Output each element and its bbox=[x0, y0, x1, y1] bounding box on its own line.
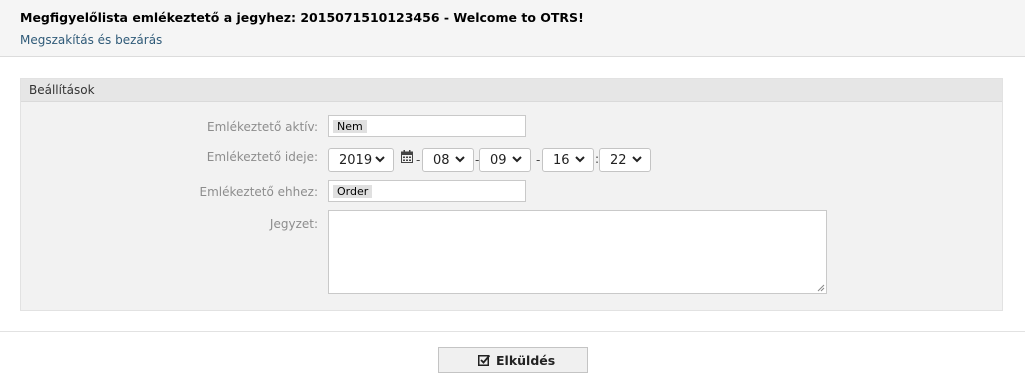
chevron-down-icon bbox=[512, 156, 522, 163]
reminder-time-label: Emlékeztető ideje: bbox=[206, 150, 318, 164]
reminder-day-select[interactable]: 09 bbox=[479, 148, 531, 172]
page-title: Megfigyelőlista emlékeztető a jegyhez: 2… bbox=[20, 10, 584, 25]
reminder-to-value: Order bbox=[333, 185, 373, 198]
settings-panel: Beállítások Emlékeztető aktív: Nem Emlék… bbox=[20, 78, 1003, 311]
reminder-month-select[interactable]: 08 bbox=[422, 148, 474, 172]
footer-divider bbox=[0, 331, 1025, 332]
reminder-to-field[interactable]: Order bbox=[328, 180, 526, 202]
cancel-close-link[interactable]: Megszakítás és bezárás bbox=[20, 33, 162, 47]
resize-grip-icon[interactable] bbox=[816, 283, 825, 292]
reminder-day-value: 09 bbox=[490, 153, 507, 168]
note-textarea[interactable] bbox=[328, 210, 827, 294]
submit-button[interactable]: Elküldés bbox=[438, 347, 588, 373]
reminder-minute-select[interactable]: 22 bbox=[599, 148, 651, 172]
settings-panel-header: Beállítások bbox=[21, 79, 1002, 102]
reminder-month-value: 08 bbox=[433, 153, 450, 168]
dialog-header: Megfigyelőlista emlékeztető a jegyhez: 2… bbox=[0, 0, 1025, 57]
submit-button-label: Elküldés bbox=[496, 353, 556, 368]
chevron-down-icon bbox=[455, 156, 465, 163]
reminder-active-field[interactable]: Nem bbox=[328, 115, 526, 137]
note-label: Jegyzet: bbox=[269, 217, 318, 231]
chevron-down-icon bbox=[575, 156, 585, 163]
reminder-active-value: Nem bbox=[333, 120, 367, 133]
reminder-year-select[interactable]: 2019 bbox=[328, 148, 394, 172]
reminder-active-label: Emlékeztető aktív: bbox=[207, 120, 318, 134]
calendar-icon[interactable] bbox=[401, 150, 413, 163]
reminder-to-label: Emlékeztető ehhez: bbox=[199, 185, 318, 199]
date-separator: - bbox=[416, 153, 421, 167]
chevron-down-icon bbox=[375, 156, 385, 163]
reminder-hour-select[interactable]: 16 bbox=[542, 148, 594, 172]
settings-panel-title: Beállítások bbox=[29, 83, 95, 97]
reminder-year-value: 2019 bbox=[339, 153, 373, 168]
chevron-down-icon bbox=[632, 156, 642, 163]
date-separator: - bbox=[536, 153, 541, 167]
check-square-icon bbox=[478, 354, 490, 366]
reminder-hour-value: 16 bbox=[553, 153, 570, 168]
reminder-minute-value: 22 bbox=[610, 153, 627, 168]
